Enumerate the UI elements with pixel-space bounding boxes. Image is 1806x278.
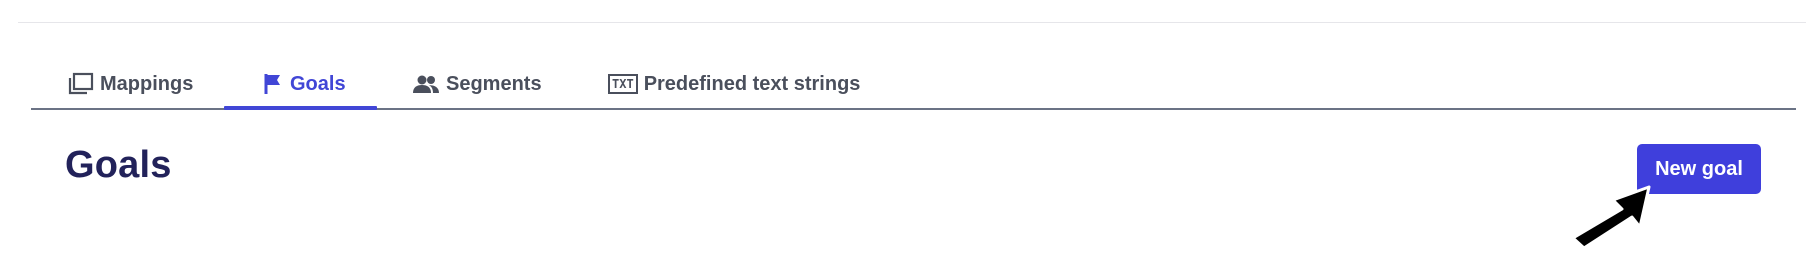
tab-label: Mappings — [100, 72, 194, 95]
tab-goals[interactable]: Goals — [258, 58, 350, 110]
top-divider — [18, 22, 1806, 23]
mouse-pointer-icon — [1571, 185, 1651, 250]
tab-label: Predefined text strings — [643, 72, 861, 95]
flag-icon — [262, 72, 284, 96]
tab-predefined-text-strings[interactable]: TXT Predefined text strings — [604, 58, 864, 110]
people-icon — [412, 73, 440, 95]
txt-icon: TXT — [608, 74, 638, 94]
tab-segments[interactable]: Segments — [408, 58, 546, 110]
window-stack-icon — [68, 72, 94, 96]
tab-label: Goals — [290, 72, 346, 95]
tab-mappings[interactable]: Mappings — [64, 58, 197, 110]
page-title: Goals — [65, 144, 172, 186]
tab-label: Segments — [446, 72, 542, 95]
txt-icon-text: TXT — [608, 74, 638, 94]
active-tab-indicator — [224, 106, 377, 110]
